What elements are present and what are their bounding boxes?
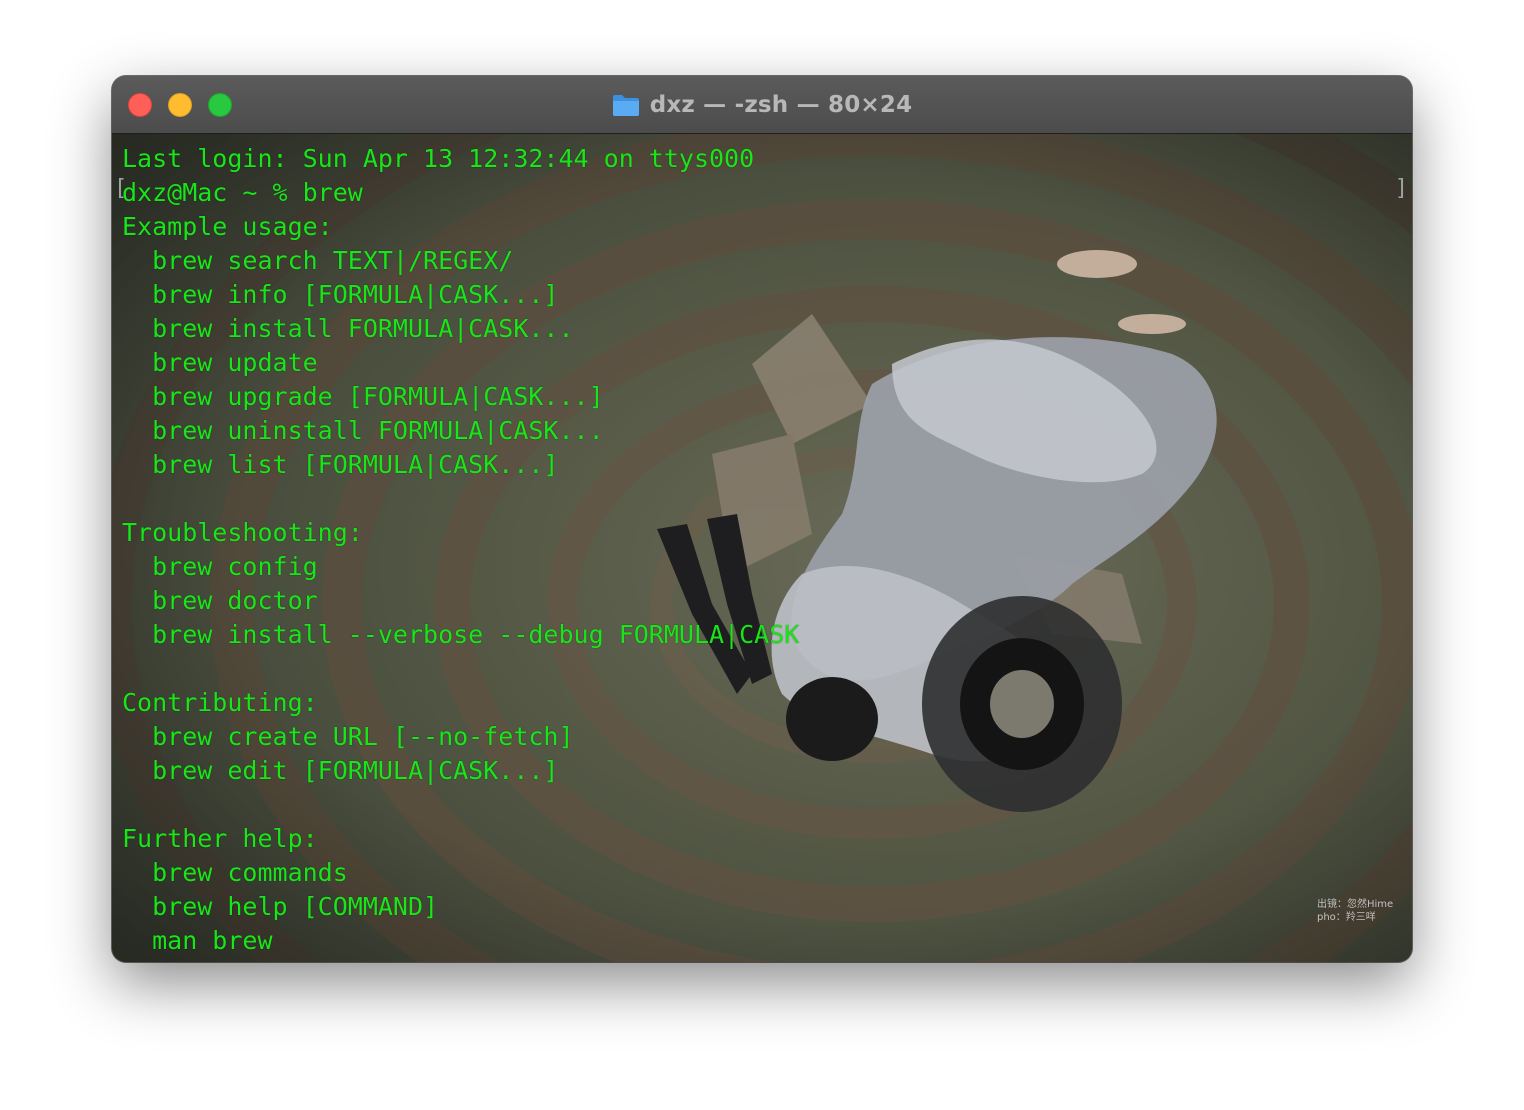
terminal-line: brew edit [FORMULA|CASK...] (122, 756, 559, 785)
terminal-line: brew create URL [--no-fetch] (122, 722, 574, 751)
terminal-line: brew info [FORMULA|CASK...] (122, 280, 559, 309)
terminal-content[interactable]: [ ] Last login: Sun Apr 13 12:32:44 on t… (112, 134, 1412, 962)
terminal-line: man brew (122, 926, 273, 955)
terminal-prompt-line: dxz@Mac ~ % brew (122, 178, 363, 207)
terminal-line: Last login: Sun Apr 13 12:32:44 on ttys0… (122, 144, 755, 173)
watermark-line: pho：羚三咩 (1317, 912, 1376, 923)
window-title: dxz — -zsh — 80×24 (649, 91, 913, 118)
terminal-line: Further help: (122, 824, 318, 853)
terminal-line: brew help [COMMAND] (122, 892, 439, 921)
terminal-window: dxz — -zsh — 80×24 [] Last login: Sun A… (112, 76, 1412, 962)
title-bar[interactable]: dxz — -zsh — 80×24 (112, 76, 1412, 134)
terminal-line: brew list [FORMULA|CASK...] (122, 450, 559, 479)
terminal-line: brew update (122, 348, 318, 377)
terminal-line: brew doctor (122, 586, 318, 615)
folder-icon (612, 93, 640, 117)
terminal-line: brew install FORMULA|CASK... (122, 314, 574, 343)
selection-bracket-right: ] (1394, 176, 1408, 201)
terminal-line: brew install --verbose --debug FORMULA|C… (122, 620, 800, 649)
terminal-line: Example usage: (122, 212, 333, 241)
terminal-output[interactable]: Last login: Sun Apr 13 12:32:44 on ttys0… (122, 142, 799, 958)
terminal-line: brew upgrade [FORMULA|CASK...] (122, 382, 604, 411)
photo-credit-watermark: 出镜：忽然Hime pho：羚三咩 (1317, 898, 1393, 924)
terminal-line: Troubleshooting: (122, 518, 363, 547)
watermark-line: 出镜：忽然Hime (1317, 899, 1394, 910)
terminal-line: brew uninstall FORMULA|CASK... (122, 416, 604, 445)
terminal-line: brew config (122, 552, 318, 581)
window-title-container: dxz — -zsh — 80×24 (112, 76, 1412, 133)
terminal-line: brew search TEXT|/REGEX/ (122, 246, 514, 275)
terminal-line: brew commands (122, 858, 348, 887)
terminal-line: Contributing: (122, 688, 318, 717)
